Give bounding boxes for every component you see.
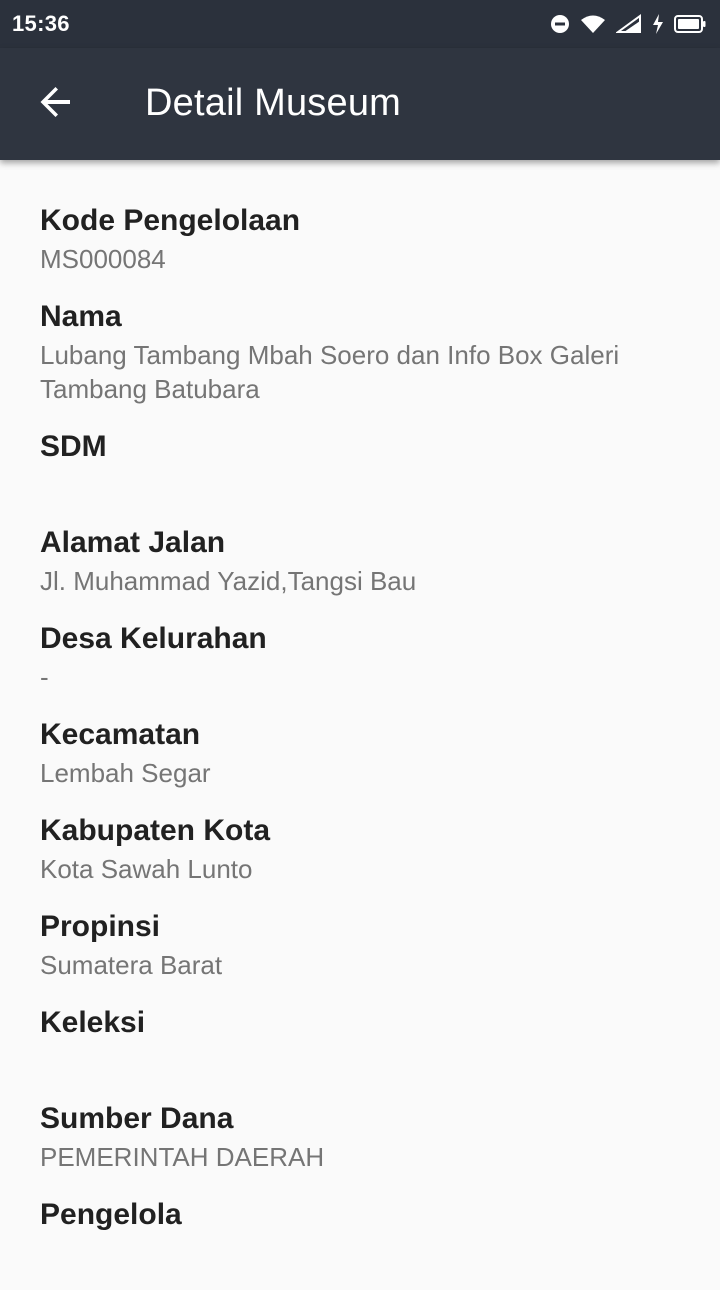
wifi-icon — [580, 14, 606, 34]
status-time: 15:36 — [12, 11, 70, 36]
field-value: Jl. Muhammad Yazid,Tangsi Bau — [40, 566, 417, 596]
field-value: MS000084 — [40, 244, 166, 274]
field-kecamatan: Kecamatan Lembah Segar — [40, 714, 680, 790]
field-label: Kode Pengelolaan — [40, 204, 301, 237]
field-nama: Nama Lubang Tambang Mbah Soero dan Info … — [40, 296, 680, 406]
field-value: Lubang Tambang Mbah Soero dan Info Box G… — [40, 340, 620, 404]
field-keleksi: Keleksi — [40, 1002, 680, 1078]
field-label: Nama — [40, 300, 122, 333]
field-kode-pengelolaan: Kode Pengelolaan MS000084 — [40, 200, 680, 276]
field-label: Kabupaten Kota — [40, 814, 271, 847]
field-label: Kecamatan — [40, 718, 201, 751]
app-bar: Detail Museum — [0, 48, 720, 160]
field-label: Desa Kelurahan — [40, 622, 267, 655]
signal-icon — [616, 14, 642, 34]
field-kabupaten-kota: Kabupaten Kota Kota Sawah Lunto — [40, 810, 680, 886]
field-label: Propinsi — [40, 910, 161, 943]
charging-icon — [652, 14, 664, 34]
page-title: Detail Museum — [145, 82, 402, 124]
field-label: Sumber Dana — [40, 1102, 234, 1135]
status-bar: 15:36 — [0, 0, 720, 48]
field-value: - — [40, 662, 49, 692]
battery-icon — [674, 14, 706, 34]
field-value: Kota Sawah Lunto — [40, 854, 253, 884]
back-button[interactable] — [28, 76, 84, 132]
museum-detail-list: Kode Pengelolaan MS000084 Nama Lubang Ta… — [40, 200, 680, 1290]
field-value: Lembah Segar — [40, 758, 211, 788]
field-label: Keleksi — [40, 1006, 146, 1039]
do-not-disturb-icon — [550, 14, 570, 34]
field-label: Alamat Jalan — [40, 526, 226, 559]
field-alamat-jalan: Alamat Jalan Jl. Muhammad Yazid,Tangsi B… — [40, 522, 680, 598]
field-value — [40, 1236, 680, 1270]
field-value: PEMERINTAH DAERAH — [40, 1142, 325, 1172]
field-value: Sumatera Barat — [40, 950, 223, 980]
field-sumber-dana: Sumber Dana PEMERINTAH DAERAH — [40, 1098, 680, 1174]
field-value — [40, 1044, 680, 1078]
field-pengelola: Pengelola — [40, 1194, 680, 1270]
status-icons — [550, 12, 706, 36]
field-propinsi: Propinsi Sumatera Barat — [40, 906, 680, 982]
field-label: Pengelola — [40, 1198, 182, 1231]
field-label: SDM — [40, 430, 107, 463]
field-desa-kelurahan: Desa Kelurahan - — [40, 618, 680, 694]
field-value — [40, 468, 680, 502]
field-sdm: SDM — [40, 426, 680, 502]
arrow-back-icon — [38, 84, 74, 125]
